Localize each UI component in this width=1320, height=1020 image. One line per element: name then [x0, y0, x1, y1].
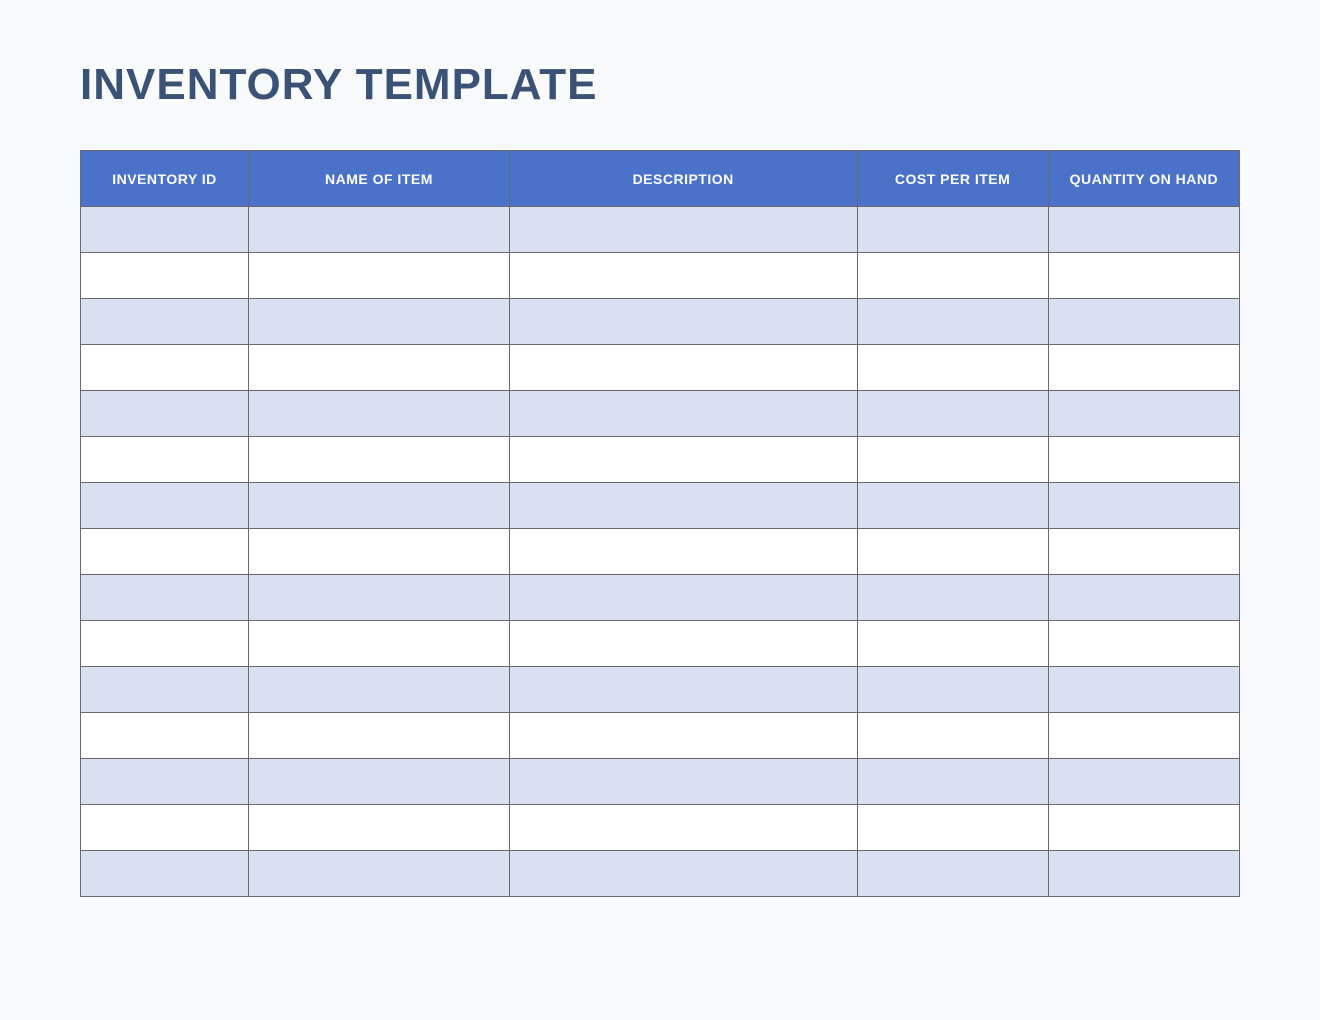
cell-name[interactable] [249, 483, 510, 529]
table-header-row: INVENTORY ID NAME OF ITEM DESCRIPTION CO… [81, 151, 1240, 207]
table-row [81, 253, 1240, 299]
cell-description[interactable] [509, 575, 857, 621]
cell-description[interactable] [509, 713, 857, 759]
table-row [81, 621, 1240, 667]
table-row [81, 759, 1240, 805]
cell-inventory-id[interactable] [81, 391, 249, 437]
cell-name[interactable] [249, 621, 510, 667]
cell-description[interactable] [509, 253, 857, 299]
cell-description[interactable] [509, 483, 857, 529]
cell-description[interactable] [509, 529, 857, 575]
cell-description[interactable] [509, 345, 857, 391]
cell-inventory-id[interactable] [81, 805, 249, 851]
inventory-table: INVENTORY ID NAME OF ITEM DESCRIPTION CO… [80, 150, 1240, 897]
cell-description[interactable] [509, 207, 857, 253]
table-row [81, 299, 1240, 345]
cell-inventory-id[interactable] [81, 621, 249, 667]
cell-description[interactable] [509, 851, 857, 897]
cell-inventory-id[interactable] [81, 759, 249, 805]
cell-description[interactable] [509, 805, 857, 851]
cell-name[interactable] [249, 667, 510, 713]
cell-name[interactable] [249, 805, 510, 851]
cell-quantity[interactable] [1048, 667, 1239, 713]
table-row [81, 851, 1240, 897]
cell-description[interactable] [509, 621, 857, 667]
cell-cost[interactable] [857, 713, 1048, 759]
table-row [81, 667, 1240, 713]
table-row [81, 437, 1240, 483]
cell-cost[interactable] [857, 437, 1048, 483]
cell-inventory-id[interactable] [81, 437, 249, 483]
cell-inventory-id[interactable] [81, 529, 249, 575]
cell-cost[interactable] [857, 299, 1048, 345]
col-header-name: NAME OF ITEM [249, 151, 510, 207]
cell-name[interactable] [249, 253, 510, 299]
cell-name[interactable] [249, 391, 510, 437]
cell-description[interactable] [509, 299, 857, 345]
cell-cost[interactable] [857, 851, 1048, 897]
cell-name[interactable] [249, 713, 510, 759]
table-row [81, 713, 1240, 759]
col-header-quantity: QUANTITY ON HAND [1048, 151, 1239, 207]
cell-name[interactable] [249, 529, 510, 575]
cell-quantity[interactable] [1048, 391, 1239, 437]
cell-inventory-id[interactable] [81, 667, 249, 713]
cell-quantity[interactable] [1048, 345, 1239, 391]
table-row [81, 805, 1240, 851]
cell-cost[interactable] [857, 759, 1048, 805]
cell-quantity[interactable] [1048, 805, 1239, 851]
cell-cost[interactable] [857, 575, 1048, 621]
cell-name[interactable] [249, 207, 510, 253]
table-row [81, 345, 1240, 391]
table-row [81, 207, 1240, 253]
cell-description[interactable] [509, 759, 857, 805]
cell-cost[interactable] [857, 391, 1048, 437]
cell-quantity[interactable] [1048, 529, 1239, 575]
cell-inventory-id[interactable] [81, 713, 249, 759]
cell-cost[interactable] [857, 667, 1048, 713]
col-header-inventory-id: INVENTORY ID [81, 151, 249, 207]
cell-description[interactable] [509, 437, 857, 483]
cell-cost[interactable] [857, 621, 1048, 667]
cell-quantity[interactable] [1048, 713, 1239, 759]
cell-cost[interactable] [857, 345, 1048, 391]
cell-description[interactable] [509, 667, 857, 713]
cell-quantity[interactable] [1048, 851, 1239, 897]
table-row [81, 575, 1240, 621]
table-row [81, 483, 1240, 529]
cell-cost[interactable] [857, 483, 1048, 529]
cell-quantity[interactable] [1048, 575, 1239, 621]
cell-cost[interactable] [857, 805, 1048, 851]
cell-name[interactable] [249, 345, 510, 391]
cell-cost[interactable] [857, 253, 1048, 299]
cell-inventory-id[interactable] [81, 299, 249, 345]
cell-name[interactable] [249, 851, 510, 897]
cell-quantity[interactable] [1048, 621, 1239, 667]
col-header-cost: COST PER ITEM [857, 151, 1048, 207]
cell-inventory-id[interactable] [81, 345, 249, 391]
cell-inventory-id[interactable] [81, 575, 249, 621]
cell-quantity[interactable] [1048, 299, 1239, 345]
cell-name[interactable] [249, 437, 510, 483]
cell-quantity[interactable] [1048, 207, 1239, 253]
cell-quantity[interactable] [1048, 759, 1239, 805]
cell-inventory-id[interactable] [81, 851, 249, 897]
cell-inventory-id[interactable] [81, 483, 249, 529]
table-row [81, 391, 1240, 437]
cell-inventory-id[interactable] [81, 207, 249, 253]
cell-cost[interactable] [857, 529, 1048, 575]
cell-name[interactable] [249, 575, 510, 621]
cell-name[interactable] [249, 759, 510, 805]
cell-quantity[interactable] [1048, 483, 1239, 529]
table-row [81, 529, 1240, 575]
cell-quantity[interactable] [1048, 253, 1239, 299]
col-header-description: DESCRIPTION [509, 151, 857, 207]
table-body [81, 207, 1240, 897]
cell-inventory-id[interactable] [81, 253, 249, 299]
cell-quantity[interactable] [1048, 437, 1239, 483]
cell-cost[interactable] [857, 207, 1048, 253]
cell-description[interactable] [509, 391, 857, 437]
cell-name[interactable] [249, 299, 510, 345]
page-title: INVENTORY TEMPLATE [80, 60, 1240, 110]
